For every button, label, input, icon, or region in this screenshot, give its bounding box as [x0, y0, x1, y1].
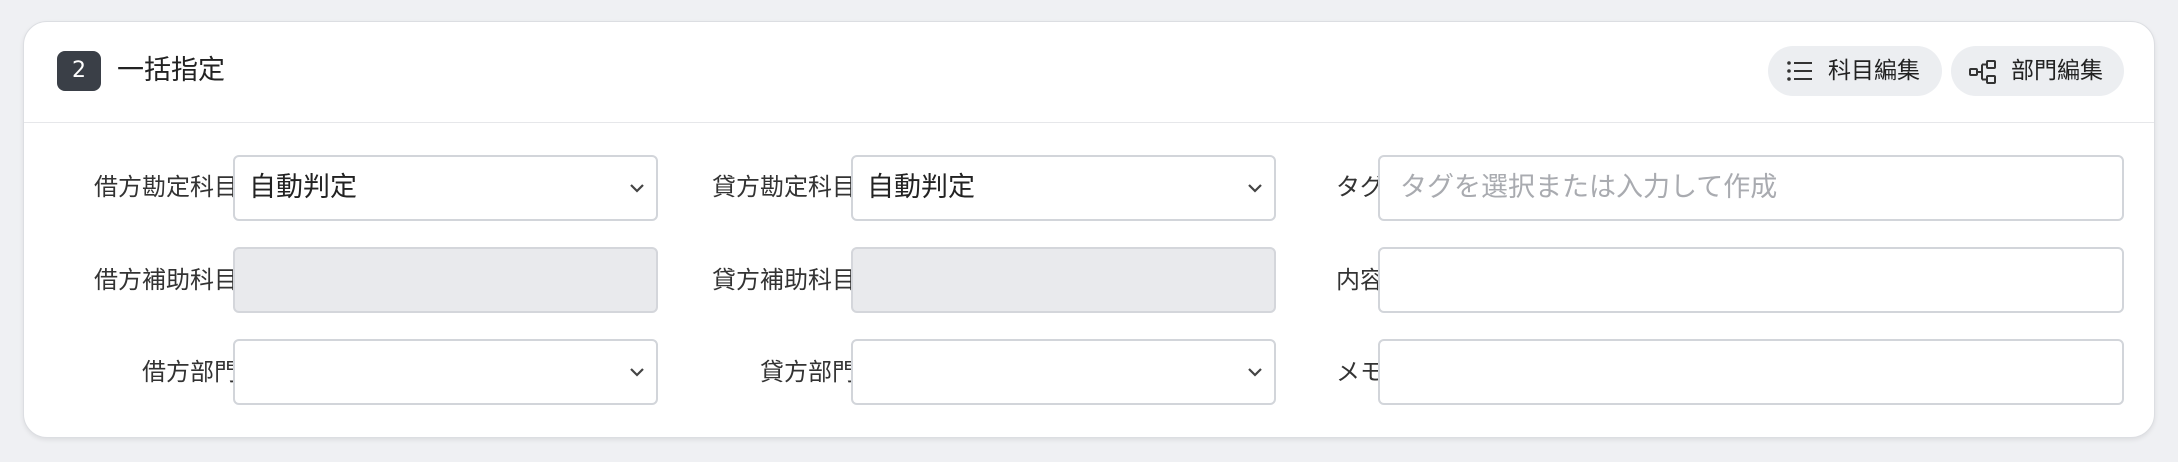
department-edit-label: 部門編集	[2011, 58, 2103, 84]
hierarchy-icon	[1969, 60, 1996, 84]
bulk-assign-card: 2 一括指定 科目編集 部門編集 借方勘定科目 自動判定 貸方勘定科目 自動判定…	[23, 21, 2155, 438]
content-label: 内容	[1336, 266, 1384, 294]
chevron-down-icon	[1248, 368, 1262, 377]
debit-sub-account-label: 借方補助科目	[94, 266, 238, 294]
credit-account-label: 貸方勘定科目	[712, 173, 856, 201]
card-header: 2 一括指定 科目編集 部門編集	[24, 22, 2154, 123]
account-edit-label: 科目編集	[1828, 58, 1920, 84]
tag-placeholder: タグを選択または入力して作成	[1400, 172, 1778, 203]
credit-account-value: 自動判定	[867, 172, 975, 203]
chevron-down-icon	[1248, 184, 1262, 193]
department-edit-button[interactable]: 部門編集	[1951, 46, 2124, 96]
credit-sub-account-field	[851, 247, 1276, 313]
chevron-down-icon	[630, 184, 644, 193]
section-title: 一括指定	[117, 55, 225, 86]
account-edit-button[interactable]: 科目編集	[1768, 46, 1942, 96]
chevron-down-icon	[630, 368, 644, 377]
credit-department-select[interactable]	[851, 339, 1276, 405]
credit-sub-account-label: 貸方補助科目	[712, 266, 856, 294]
credit-account-select[interactable]: 自動判定	[851, 155, 1276, 221]
debit-account-value: 自動判定	[249, 172, 357, 203]
debit-sub-account-field	[233, 247, 658, 313]
debit-department-label: 借方部門	[142, 358, 238, 386]
debit-department-select[interactable]	[233, 339, 658, 405]
debit-account-select[interactable]: 自動判定	[233, 155, 658, 221]
memo-input[interactable]	[1378, 339, 2124, 405]
debit-account-label: 借方勘定科目	[94, 173, 238, 201]
tag-label: タグ	[1336, 173, 1384, 201]
content-input[interactable]	[1378, 247, 2124, 313]
list-icon	[1787, 61, 1812, 81]
memo-label: メモ	[1336, 358, 1384, 386]
step-badge: 2	[57, 51, 101, 91]
credit-department-label: 貸方部門	[760, 358, 856, 386]
tag-input[interactable]: タグを選択または入力して作成	[1378, 155, 2124, 221]
